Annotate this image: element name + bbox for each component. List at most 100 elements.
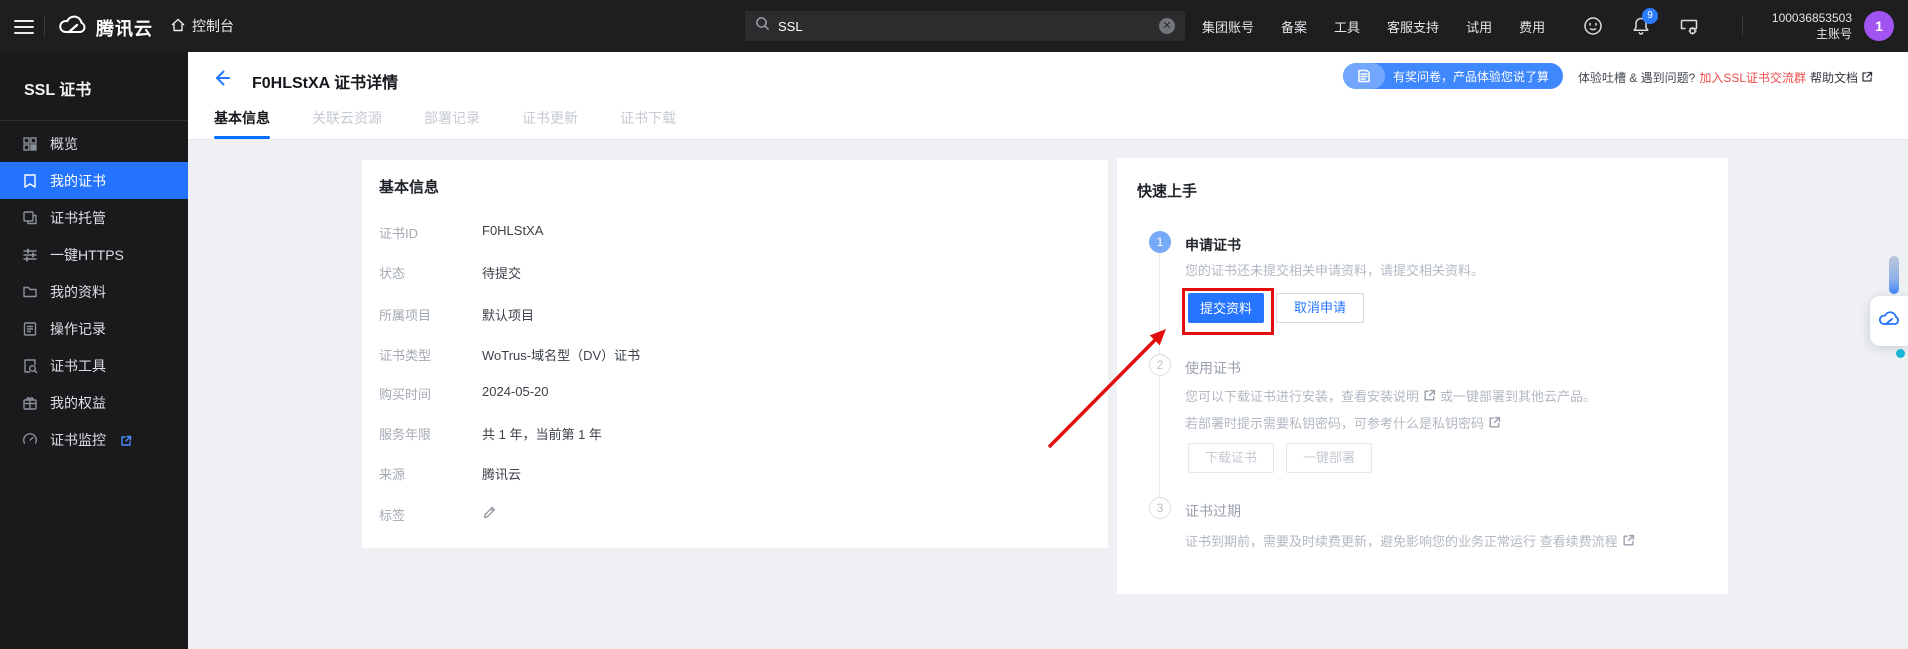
step-2-desc-text2: 或一键部署到其他云产品。 bbox=[1440, 386, 1596, 405]
sidebar-item-one-click-https[interactable]: 一键HTTPS bbox=[0, 236, 188, 273]
notification-bell-icon[interactable]: 9 bbox=[1630, 15, 1652, 37]
edit-tags-pencil-icon[interactable] bbox=[482, 505, 497, 520]
basic-info-card-title: 基本信息 bbox=[379, 176, 439, 197]
survey-banner-text: 有奖问卷，产品体验您说了算 bbox=[1393, 68, 1549, 85]
ticket-support-icon[interactable] bbox=[1582, 15, 1604, 37]
nav-group-account[interactable]: 集团账号 bbox=[1202, 17, 1254, 36]
floating-dot bbox=[1896, 349, 1905, 358]
brand-name: 腾讯云 bbox=[96, 15, 153, 41]
tencent-cloud-logo[interactable]: 腾讯云 bbox=[58, 12, 153, 43]
join-group-link[interactable]: 加入SSL证书交流群 bbox=[1699, 69, 1806, 86]
avatar[interactable]: 1 bbox=[1864, 11, 1894, 41]
info-row-tags: 标签 bbox=[379, 505, 497, 523]
home-icon bbox=[170, 17, 186, 36]
nav-icp[interactable]: 备案 bbox=[1281, 17, 1307, 36]
tab-cert-renewal[interactable]: 证书更新 bbox=[522, 99, 578, 139]
row-value: 2024-05-20 bbox=[482, 384, 549, 402]
header-links: 体验吐槽 & 遇到问题? 加入SSL证书交流群 帮助文档 bbox=[1578, 69, 1874, 86]
tab-cert-download[interactable]: 证书下载 bbox=[620, 99, 676, 139]
certificate-icon bbox=[22, 173, 38, 189]
topbar-search[interactable]: ✕ bbox=[745, 11, 1185, 41]
sidebar-item-my-benefits[interactable]: 我的权益 bbox=[0, 384, 188, 421]
external-link-icon[interactable] bbox=[1622, 534, 1635, 547]
page-title: F0HLStXA 证书详情 bbox=[252, 69, 398, 93]
sidebar-item-cert-tools[interactable]: 证书工具 bbox=[0, 347, 188, 384]
cancel-application-button[interactable]: 取消申请 bbox=[1276, 293, 1364, 323]
row-label: 来源 bbox=[379, 464, 465, 482]
sidebar-item-operation-log[interactable]: 操作记录 bbox=[0, 310, 188, 347]
sidebar-item-label: 操作记录 bbox=[50, 319, 106, 339]
quick-start-card: 快速上手 1 申请证书 您的证书还未提交相关申请资料，请提交相关资料。 提交资料… bbox=[1117, 158, 1728, 594]
back-icon[interactable] bbox=[210, 67, 234, 91]
account-type: 主账号 bbox=[1772, 26, 1852, 42]
sidebar-menu: 概览 我的证书 证书托管 一键HTTPS bbox=[0, 121, 188, 458]
one-click-deploy-button[interactable]: 一键部署 bbox=[1286, 443, 1372, 473]
sidebar-item-label: 证书工具 bbox=[50, 356, 106, 376]
sidebar-item-label: 概览 bbox=[50, 134, 78, 154]
submit-materials-button[interactable]: 提交资料 bbox=[1188, 293, 1264, 323]
sidebar-item-label: 一键HTTPS bbox=[50, 245, 124, 265]
nav-support[interactable]: 客服支持 bbox=[1387, 17, 1439, 36]
clear-search-icon[interactable]: ✕ bbox=[1159, 18, 1175, 34]
row-label: 证书类型 bbox=[379, 345, 465, 363]
sidebar-item-my-certificates[interactable]: 我的证书 bbox=[0, 162, 188, 199]
account-info[interactable]: 100036853503 主账号 bbox=[1772, 10, 1852, 42]
survey-banner[interactable]: 有奖问卷，产品体验您说了算 bbox=[1343, 63, 1563, 89]
console-link[interactable]: 控制台 bbox=[170, 16, 234, 36]
info-row-purchase-time: 购买时间 2024-05-20 bbox=[379, 384, 549, 402]
quick-start-title: 快速上手 bbox=[1137, 180, 1197, 201]
nav-tools[interactable]: 工具 bbox=[1334, 17, 1360, 36]
nav-billing[interactable]: 费用 bbox=[1519, 17, 1545, 36]
grid-icon bbox=[22, 136, 38, 152]
row-value: 默认项目 bbox=[482, 305, 534, 323]
nav-trial[interactable]: 试用 bbox=[1466, 17, 1492, 36]
step-2-desc-line1: 您可以下载证书进行安装，查看安装说明 或一键部署到其他云产品。 bbox=[1185, 386, 1596, 405]
sidebar-item-my-profile[interactable]: 我的资料 bbox=[0, 273, 188, 310]
sidebar-item-label: 我的权益 bbox=[50, 393, 106, 413]
external-link-icon[interactable] bbox=[1423, 389, 1436, 402]
step-2-desc-text: 您可以下载证书进行安装，查看安装说明 bbox=[1185, 386, 1419, 405]
step-3-title: 证书过期 bbox=[1185, 501, 1241, 521]
divider bbox=[44, 16, 45, 36]
hamburger-menu-icon[interactable] bbox=[14, 16, 34, 36]
search-icon bbox=[755, 16, 770, 36]
sidebar-item-cert-hosting[interactable]: 证书托管 bbox=[0, 199, 188, 236]
row-value: F0HLStXA bbox=[482, 223, 543, 241]
tab-deploy-records[interactable]: 部署记录 bbox=[424, 99, 480, 139]
sidebar-item-label: 证书监控 bbox=[50, 430, 106, 450]
step-3-desc-text: 证书到期前，需要及时续费更新，避免影响您的业务正常运行 查看续费流程 bbox=[1185, 531, 1618, 550]
feedback-widget-button[interactable] bbox=[1870, 296, 1908, 346]
topbar-nav: 集团账号 备案 工具 客服支持 试用 费用 bbox=[1202, 0, 1545, 52]
sidebar-item-label: 我的资料 bbox=[50, 282, 106, 302]
tab-associated-resources[interactable]: 关联云资源 bbox=[312, 99, 382, 139]
step-1-circle: 1 bbox=[1149, 231, 1171, 253]
info-row-cert-type: 证书类型 WoTrus-域名型（DV）证书 bbox=[379, 345, 640, 363]
external-link-icon[interactable] bbox=[1488, 416, 1501, 429]
info-row-cert-id: 证书ID F0HLStXA bbox=[379, 223, 543, 241]
tab-basic-info[interactable]: 基本信息 bbox=[214, 99, 270, 139]
sidebar-item-label: 证书托管 bbox=[50, 208, 106, 228]
notification-count-badge: 9 bbox=[1642, 8, 1658, 24]
feedback-cloud-icon bbox=[1877, 308, 1901, 335]
row-label: 状态 bbox=[379, 263, 465, 281]
doc-search-icon bbox=[22, 358, 38, 374]
row-label: 购买时间 bbox=[379, 384, 465, 402]
help-doc-link[interactable]: 帮助文档 bbox=[1810, 69, 1874, 86]
step-1-title: 申请证书 bbox=[1185, 235, 1241, 255]
feedback-thermometer bbox=[1889, 256, 1899, 294]
step-connector-line bbox=[1159, 253, 1160, 508]
divider bbox=[1742, 16, 1743, 36]
info-row-service-years: 服务年限 共 1 年，当前第 1 年 bbox=[379, 424, 602, 442]
external-link-icon bbox=[1861, 71, 1874, 84]
info-row-source: 来源 腾讯云 bbox=[379, 464, 521, 482]
row-value: 共 1 年，当前第 1 年 bbox=[482, 424, 602, 442]
row-label: 标签 bbox=[379, 505, 465, 523]
console-settings-icon[interactable] bbox=[1678, 15, 1700, 37]
download-cert-button[interactable]: 下载证书 bbox=[1188, 443, 1274, 473]
sidebar-item-cert-monitor[interactable]: 证书监控 bbox=[0, 421, 188, 458]
search-input[interactable] bbox=[778, 19, 1151, 34]
sidebar-item-overview[interactable]: 概览 bbox=[0, 125, 188, 162]
info-row-project: 所属项目 默认项目 bbox=[379, 305, 534, 323]
step-2-desc-text3: 若部署时提示需要私钥密码，可参考什么是私钥密码 bbox=[1185, 413, 1484, 432]
step-2-title: 使用证书 bbox=[1185, 358, 1241, 378]
